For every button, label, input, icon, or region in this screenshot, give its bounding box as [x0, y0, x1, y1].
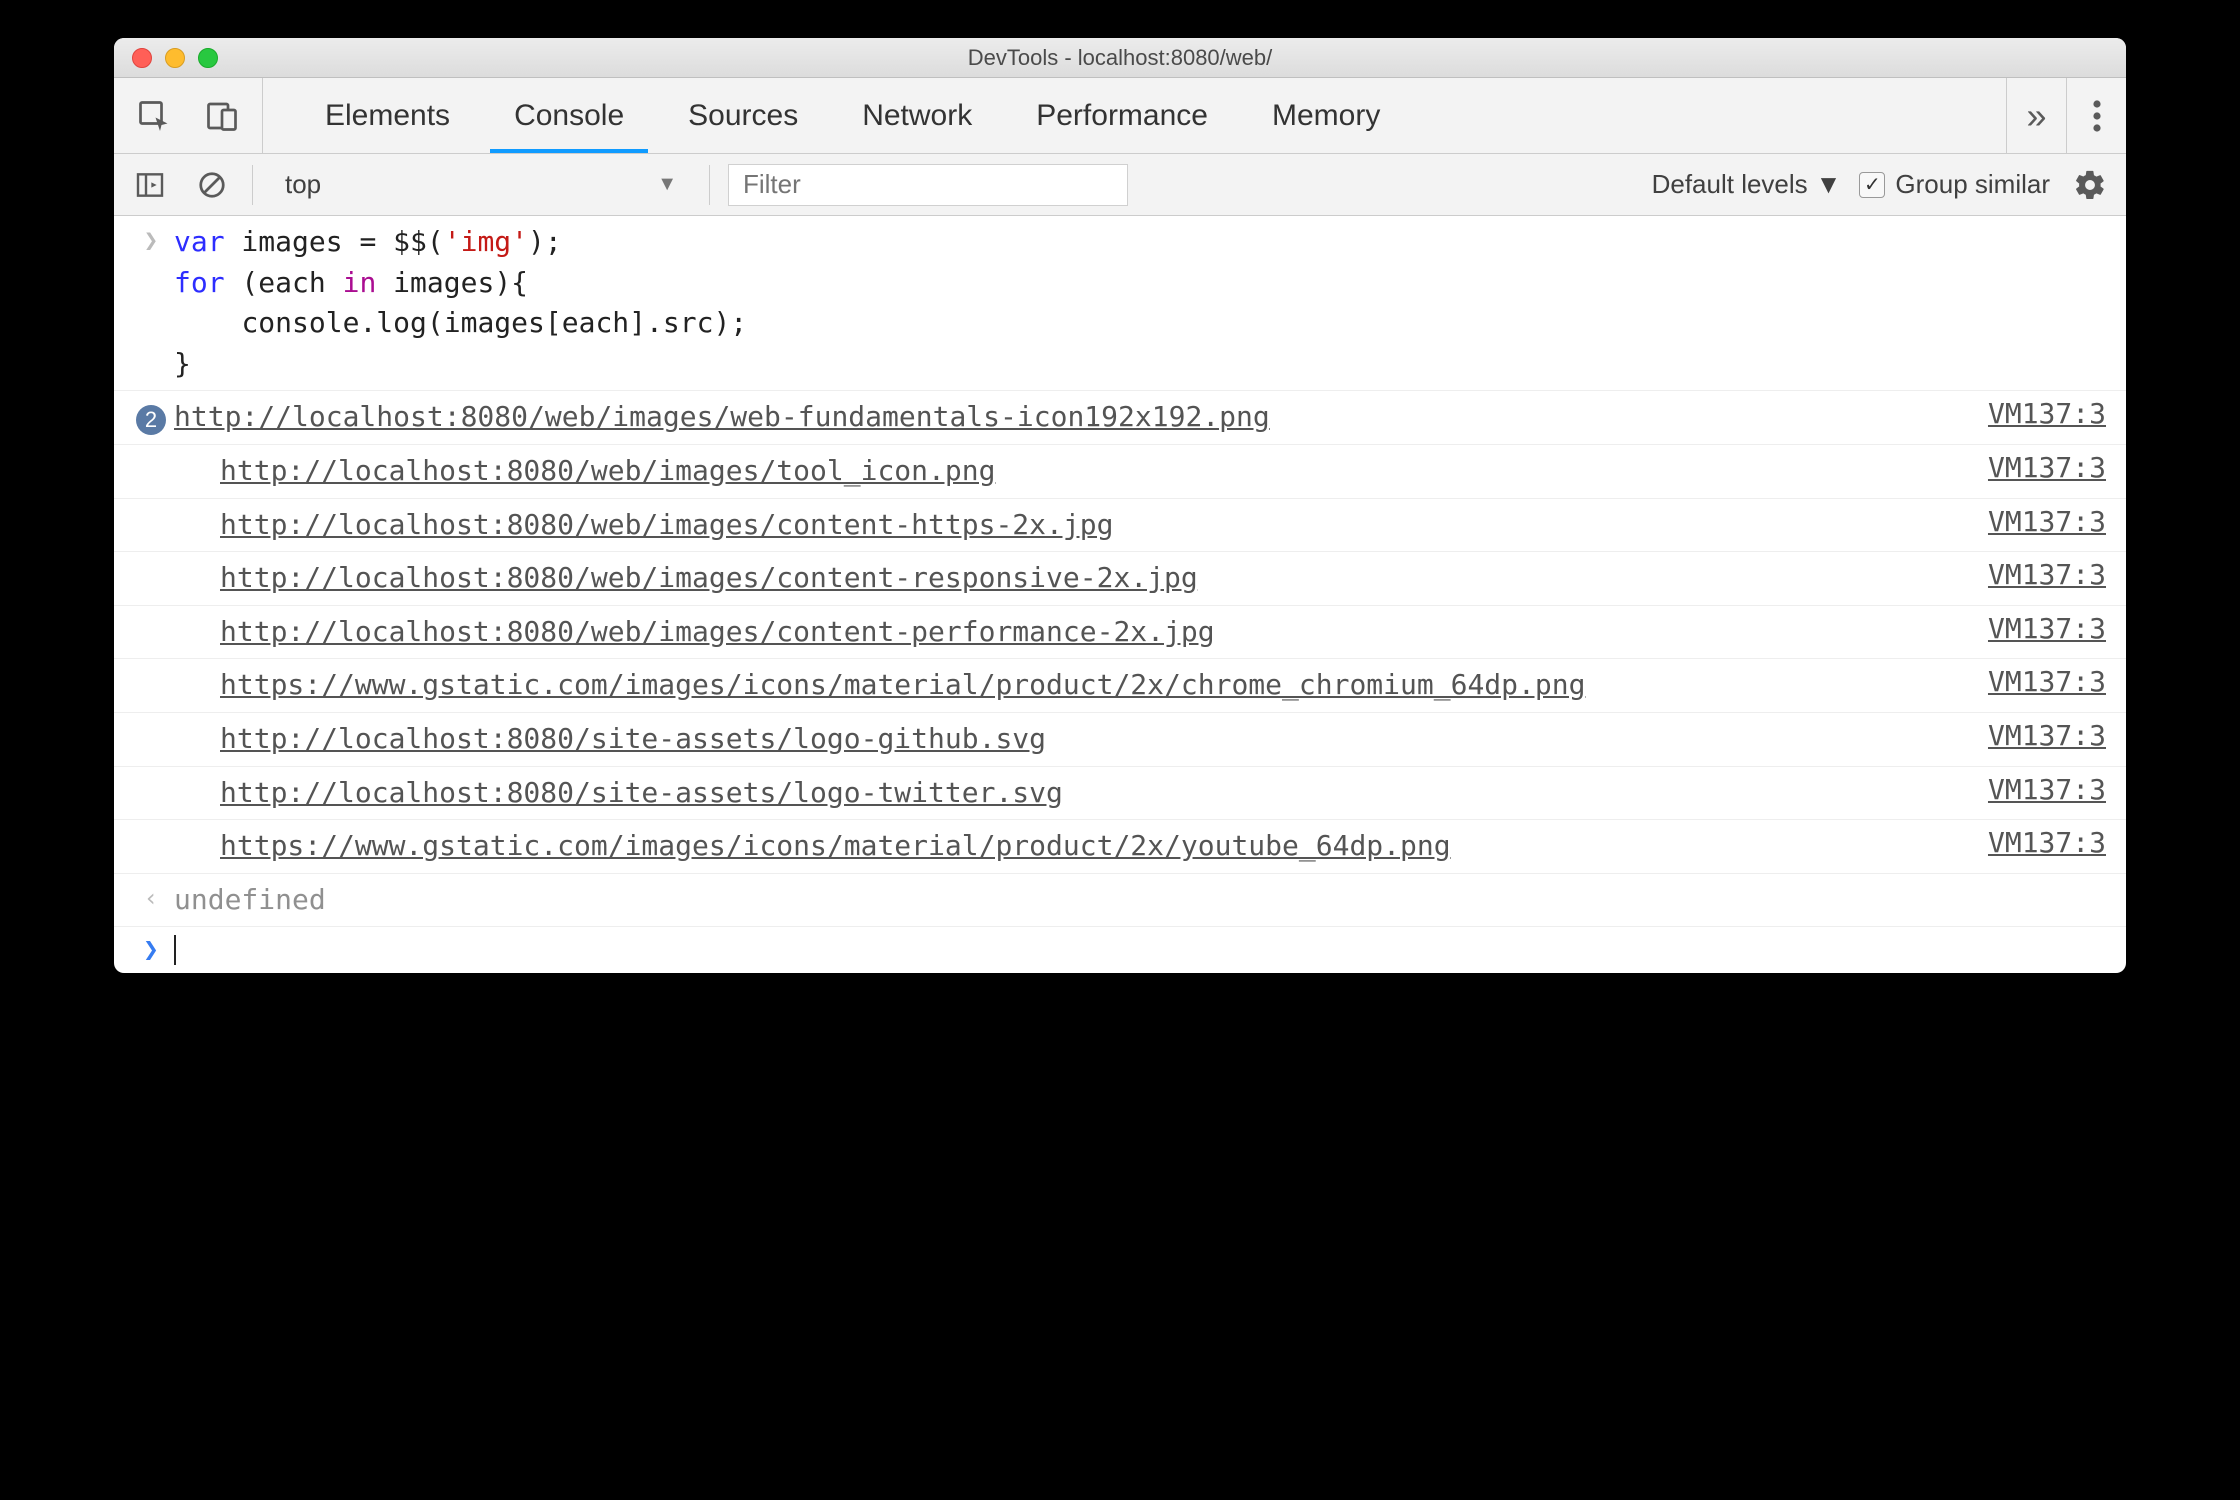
titlebar: DevTools - localhost:8080/web/: [114, 38, 2126, 78]
log-source-link[interactable]: VM137:3: [1968, 612, 2106, 645]
device-toolbar-icon[interactable]: [200, 94, 244, 138]
repeat-count-badge: 2: [136, 405, 166, 435]
levels-label: Default levels: [1652, 169, 1808, 200]
console-output: ❯ var images = $$('img'); for (each in i…: [114, 216, 2126, 973]
execution-context-select[interactable]: top ▼: [271, 169, 691, 200]
log-source-link[interactable]: VM137:3: [1968, 665, 2106, 698]
console-prompt[interactable]: ❯: [114, 927, 2126, 973]
close-window-button[interactable]: [132, 48, 152, 68]
tab-performance[interactable]: Performance: [1004, 78, 1240, 153]
checkbox-icon: ✓: [1859, 172, 1885, 198]
log-url-link[interactable]: https://www.gstatic.com/images/icons/mat…: [220, 829, 1451, 862]
window-title: DevTools - localhost:8080/web/: [114, 45, 2126, 71]
inspect-element-icon[interactable]: [132, 94, 176, 138]
show-console-sidebar-icon[interactable]: [128, 163, 172, 207]
console-log-row: http://localhost:8080/web/images/tool_ic…: [114, 445, 2126, 499]
console-log-row: https://www.gstatic.com/images/icons/mat…: [114, 659, 2126, 713]
log-source-link[interactable]: VM137:3: [1968, 826, 2106, 859]
console-log-row: http://localhost:8080/web/images/content…: [114, 606, 2126, 660]
chevron-down-icon: ▼: [1816, 169, 1842, 200]
context-select-label: top: [285, 169, 321, 200]
tab-console[interactable]: Console: [482, 78, 656, 153]
log-url-link[interactable]: http://localhost:8080/web/images/content…: [220, 508, 1113, 541]
log-source-link[interactable]: VM137:3: [1968, 558, 2106, 591]
clear-console-icon[interactable]: [190, 163, 234, 207]
console-return-row: ‹ undefined: [114, 874, 2126, 928]
group-similar-toggle[interactable]: ✓ Group similar: [1859, 169, 2050, 200]
log-url-link[interactable]: http://localhost:8080/web/images/content…: [220, 615, 1215, 648]
console-log-row: http://localhost:8080/web/images/content…: [114, 552, 2126, 606]
code-text: var images = $$('img'); for (each in ima…: [174, 222, 2106, 384]
tab-memory[interactable]: Memory: [1240, 78, 1412, 153]
log-source-link[interactable]: VM137:3: [1968, 451, 2106, 484]
tabs-overflow-button[interactable]: »: [2006, 78, 2066, 153]
console-settings-icon[interactable]: [2068, 163, 2112, 207]
group-similar-label: Group similar: [1895, 169, 2050, 200]
minimize-window-button[interactable]: [165, 48, 185, 68]
log-url-link[interactable]: http://localhost:8080/web/images/web-fun…: [174, 400, 1270, 433]
chevron-down-icon: ▼: [657, 173, 677, 196]
console-log-row: http://localhost:8080/site-assets/logo-g…: [114, 713, 2126, 767]
log-url-link[interactable]: http://localhost:8080/web/images/tool_ic…: [220, 454, 995, 487]
log-url-link[interactable]: http://localhost:8080/site-assets/logo-t…: [220, 776, 1063, 809]
tab-elements[interactable]: Elements: [293, 78, 482, 153]
tab-bar: ElementsConsoleSourcesNetworkPerformance…: [114, 78, 2126, 154]
traffic-lights: [114, 48, 218, 68]
log-source-link[interactable]: VM137:3: [1968, 505, 2106, 538]
return-value: undefined: [174, 880, 2106, 921]
input-chevron-icon: ❯: [144, 226, 158, 254]
log-url-link[interactable]: https://www.gstatic.com/images/icons/mat…: [220, 668, 1585, 701]
log-source-link[interactable]: VM137:3: [1968, 397, 2106, 430]
console-input-echo: ❯ var images = $$('img'); for (each in i…: [114, 216, 2126, 391]
log-levels-select[interactable]: Default levels ▼: [1652, 169, 1842, 200]
log-url-link[interactable]: http://localhost:8080/web/images/content…: [220, 561, 1198, 594]
console-log-row: 2 http://localhost:8080/web/images/web-fu…: [114, 391, 2126, 445]
tab-sources[interactable]: Sources: [656, 78, 830, 153]
return-chevron-icon: ‹: [144, 884, 158, 912]
log-source-link[interactable]: VM137:3: [1968, 773, 2106, 806]
kebab-menu-icon[interactable]: [2066, 78, 2126, 153]
filter-input[interactable]: [728, 164, 1128, 206]
prompt-chevron-icon: ❯: [128, 935, 174, 965]
console-toolbar: top ▼ Default levels ▼ ✓ Group similar: [114, 154, 2126, 216]
maximize-window-button[interactable]: [198, 48, 218, 68]
text-cursor: [174, 935, 176, 965]
tab-network[interactable]: Network: [830, 78, 1004, 153]
console-log-row: http://localhost:8080/web/images/content…: [114, 499, 2126, 553]
console-log-row: https://www.gstatic.com/images/icons/mat…: [114, 820, 2126, 874]
console-log-row: http://localhost:8080/site-assets/logo-t…: [114, 767, 2126, 821]
devtools-window: DevTools - localhost:8080/web/ ElementsC…: [114, 38, 2126, 973]
panel-tabs: ElementsConsoleSourcesNetworkPerformance…: [263, 78, 2006, 153]
log-source-link[interactable]: VM137:3: [1968, 719, 2106, 752]
tabbar-tools: [114, 78, 263, 153]
log-url-link[interactable]: http://localhost:8080/site-assets/logo-g…: [220, 722, 1046, 755]
